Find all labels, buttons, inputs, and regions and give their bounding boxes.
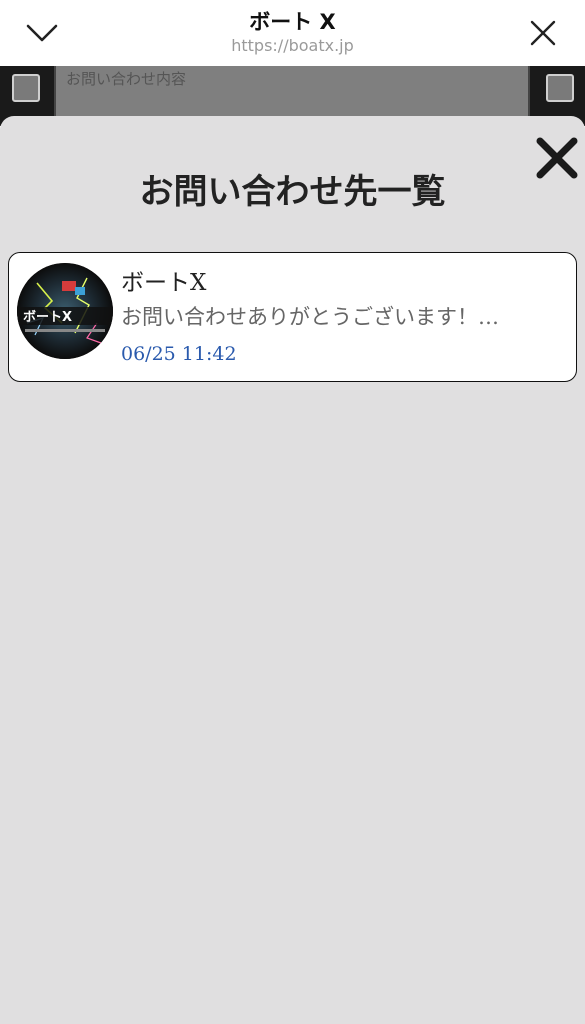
browser-header: ボート X https://boatx.jp — [0, 0, 585, 66]
contact-list-sheet: お問い合わせ先一覧 ボートX ボートX お問い合わせありがとうございます！… 0… — [0, 116, 585, 1024]
page-title: ボート X — [249, 10, 336, 34]
contact-list-item[interactable]: ボートX ボートX お問い合わせありがとうございます！… 06/25 11:42 — [8, 252, 577, 382]
checkbox — [12, 74, 40, 102]
avatar: ボートX — [17, 263, 113, 359]
checkbox — [546, 74, 574, 102]
sheet-title: お問い合わせ先一覧 — [139, 172, 446, 212]
close-icon[interactable] — [528, 18, 558, 48]
contact-name: ボートX — [121, 270, 207, 296]
page-url: https://boatx.jp — [231, 36, 354, 55]
contact-timestamp: 06/25 11:42 — [121, 343, 237, 365]
inquiry-field-label: お問い合わせ内容 — [66, 70, 187, 88]
contact-message-preview: お問い合わせありがとうございます！… — [121, 305, 499, 329]
avatar-logo-text: ボートX — [23, 309, 72, 325]
